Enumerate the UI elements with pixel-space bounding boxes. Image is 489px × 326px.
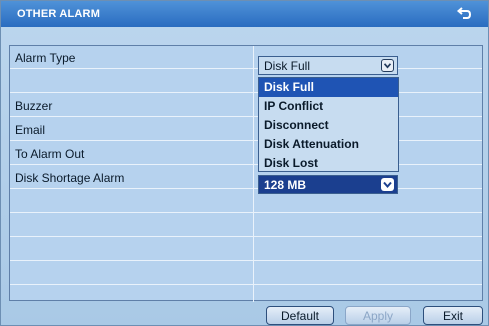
other-alarm-window: OTHER ALARM Alarm Type Buzzer Email To A… [0,0,489,326]
disk-shortage-value: 128 MB [264,178,307,192]
chevron-down-icon[interactable] [381,178,394,191]
chevron-down-icon[interactable] [381,59,394,72]
apply-button[interactable]: Apply [345,306,411,325]
title-bar: OTHER ALARM [1,1,488,27]
table-row [10,286,482,301]
settings-table: Alarm Type Buzzer Email To Alarm Out Dis… [9,45,483,302]
dropdown-option-disconnect[interactable]: Disconnect [259,116,398,135]
dropdown-option-disk-attenuation[interactable]: Disk Attenuation [259,135,398,154]
default-button[interactable]: Default [266,306,334,325]
alarm-type-value: Disk Full [264,59,311,73]
table-row [10,190,482,213]
disk-shortage-select[interactable]: 128 MB [258,175,398,194]
button-bar: Default Apply Exit [1,306,489,326]
alarm-type-label: Alarm Type [15,51,76,65]
dropdown-option-ip-conflict[interactable]: IP Conflict [259,97,398,116]
table-row [10,238,482,261]
window-title: OTHER ALARM [17,8,101,20]
table-row [10,214,482,237]
exit-button[interactable]: Exit [423,306,483,325]
buzzer-label: Buzzer [15,99,53,113]
row-buzzer: Buzzer [10,94,482,117]
alarm-type-dropdown: Disk Full IP Conflict Disconnect Disk At… [258,77,399,172]
table-row [10,70,482,93]
table-row [10,262,482,285]
row-email: Email [10,118,482,141]
dropdown-option-disk-full[interactable]: Disk Full [259,78,398,97]
to-alarm-out-label: To Alarm Out [15,147,85,161]
disk-shortage-alarm-label: Disk Shortage Alarm [15,171,125,185]
email-label: Email [15,123,46,137]
row-to-alarm-out: To Alarm Out [10,142,482,165]
row-alarm-type: Alarm Type [10,46,482,69]
row-disk-shortage-alarm: Disk Shortage Alarm [10,166,482,189]
alarm-type-select[interactable]: Disk Full [258,56,398,75]
back-arrow-icon[interactable] [454,4,474,24]
dropdown-option-disk-lost[interactable]: Disk Lost [259,154,398,173]
